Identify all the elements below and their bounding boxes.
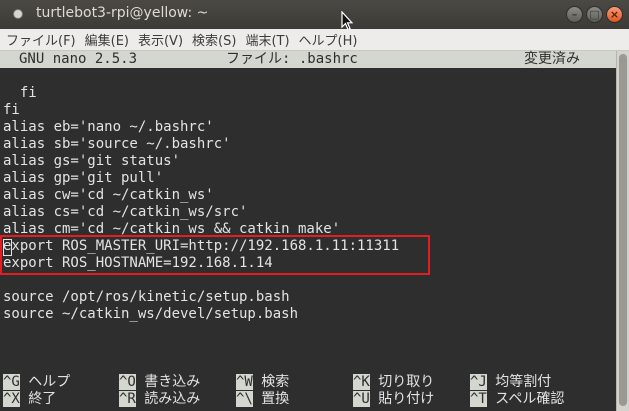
menu-search[interactable]: 検索(S) (192, 30, 236, 49)
editor-line: alias cw='cd ~/catkin_ws' (3, 187, 214, 203)
menu-terminal[interactable]: 端末(T) (245, 30, 289, 49)
menu-view[interactable]: 表示(V) (138, 30, 183, 49)
editor-line: fi (3, 85, 37, 101)
editor-line: alias gp='git pull' (3, 170, 164, 186)
maximize-button[interactable]: □ (586, 6, 603, 23)
shortcut-replace: ^\ 置換 (236, 391, 290, 407)
editor-line: alias sb='source ~/.bashrc' (3, 136, 231, 152)
nano-version: GNU nano 2.5.3 (19, 51, 138, 67)
terminal-app-icon (13, 9, 23, 19)
nano-header-bar: GNU nano 2.5.3 ファイル: .bashrc 変更済み (0, 51, 616, 68)
editor-line: fi (3, 102, 20, 118)
shortcut-where-is: ^W 検索 (236, 374, 290, 390)
editor-line: alias eb='nano ~/.bashrc' (3, 119, 214, 135)
shortcut-justify: ^J 均等割付 (470, 374, 552, 390)
shortcut-uncut-text: ^U 貼り付け (353, 391, 435, 407)
menu-file[interactable]: ファイル(F) (6, 30, 76, 49)
editor-line: source /opt/ros/kinetic/setup.bash (3, 289, 290, 305)
mouse-pointer-icon (341, 11, 353, 31)
menu-edit[interactable]: 編集(E) (85, 30, 129, 49)
scrollbar-thumb[interactable] (619, 54, 627, 406)
nano-modified-status: 変更済み (524, 51, 580, 67)
shortcut-write-out: ^O 書き込み (119, 374, 201, 390)
shortcut-read-file: ^R 読み込み (119, 391, 201, 407)
shortcut-help: ^G ヘルプ (3, 374, 71, 390)
editor-line: alias gs='git status' (3, 153, 181, 169)
editor-line: alias cs='cd ~/catkin_ws/src' (3, 204, 248, 220)
shortcut-exit: ^X 終了 (3, 391, 57, 407)
text-cursor (3, 239, 12, 256)
title-bar[interactable]: turtlebot3-rpi@yellow: ~ – □ × (0, 0, 629, 31)
shortcut-cut-text: ^K 切り取り (353, 374, 435, 390)
highlight-annotation-box (0, 235, 430, 275)
menu-help[interactable]: ヘルプ(H) (299, 30, 358, 49)
editor-line: source ~/catkin_ws/devel/setup.bash (3, 306, 299, 322)
terminal-content[interactable]: GNU nano 2.5.3 ファイル: .bashrc 変更済み fi fi … (0, 51, 616, 411)
minimize-button[interactable]: – (566, 6, 583, 23)
window-title: turtlebot3-rpi@yellow: ~ (36, 5, 209, 21)
nano-file-label: ファイル: .bashrc (226, 51, 358, 67)
terminal-scrollbar[interactable] (616, 51, 629, 411)
close-button[interactable]: × (606, 6, 623, 23)
menu-bar: ファイル(F) 編集(E) 表示(V) 検索(S) 端末(T) ヘルプ(H) (0, 29, 629, 51)
shortcut-spell-check: ^T スペル確認 (470, 391, 565, 407)
terminal-window: turtlebot3-rpi@yellow: ~ – □ × ファイル(F) 編… (0, 0, 629, 411)
